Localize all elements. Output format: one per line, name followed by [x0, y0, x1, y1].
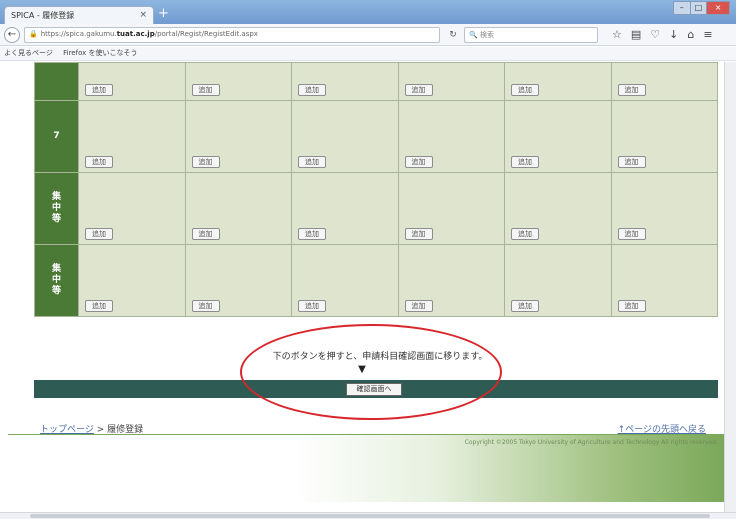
add-button[interactable]: 追加: [85, 84, 113, 96]
search-input[interactable]: 🔍 検索: [464, 27, 598, 43]
add-button[interactable]: 追加: [298, 300, 326, 312]
navigation-bar: ← 🔒 https://spica.gakumu.tuat.ac.jp/porta…: [0, 24, 736, 46]
vertical-scrollbar[interactable]: [724, 62, 736, 512]
add-button[interactable]: 追加: [404, 156, 433, 168]
add-button[interactable]: 追加: [191, 228, 220, 240]
row-header: [34, 62, 79, 101]
add-button[interactable]: 追加: [404, 300, 433, 312]
url-prefix: https://spica.gakumu.: [40, 30, 117, 38]
add-button[interactable]: 追加: [85, 156, 113, 168]
window-controls: – □ ×: [673, 1, 731, 15]
window-titlebar: SPICA - 履修登録 × + – □ ×: [0, 0, 736, 24]
footer: Copyright ©2005 Tokyo University of Agri…: [8, 434, 724, 502]
add-button[interactable]: 追加: [617, 300, 646, 312]
add-button[interactable]: 追加: [404, 228, 433, 240]
pocket-icon[interactable]: ♡: [650, 28, 660, 41]
page-content: 追加 追加 追加 追加 追加 追加 7 追加 追加 追加 追加 追加 追加 集中…: [0, 62, 724, 512]
highlight-ellipse: [240, 324, 502, 420]
row-header: 7: [34, 100, 79, 173]
timetable-grid: 追加 追加 追加 追加 追加 追加 7 追加 追加 追加 追加 追加 追加 集中…: [34, 62, 718, 317]
close-window-button[interactable]: ×: [706, 1, 731, 15]
reload-icon[interactable]: ↻: [446, 27, 460, 43]
bookmark-firefox-tips[interactable]: Firefox を使いこなそう: [63, 49, 137, 57]
add-button[interactable]: 追加: [298, 156, 326, 168]
bookmarks-toolbar: よく見るページ Firefox を使いこなそう: [0, 47, 736, 61]
add-button[interactable]: 追加: [617, 84, 646, 96]
add-button[interactable]: 追加: [511, 156, 539, 168]
browser-tab[interactable]: SPICA - 履修登録 ×: [4, 6, 154, 24]
lock-icon: 🔒: [29, 30, 38, 38]
maximize-button[interactable]: □: [689, 1, 708, 15]
timetable-row: 集中等 追加 追加 追加 追加 追加 追加: [34, 172, 718, 245]
address-bar[interactable]: 🔒 https://spica.gakumu.tuat.ac.jp/portal/…: [24, 27, 440, 43]
add-button[interactable]: 追加: [298, 228, 326, 240]
new-tab-button[interactable]: +: [158, 7, 169, 21]
row-header: 集中等: [34, 172, 79, 245]
toolbar-icons: ☆ ▤ ♡ ↓ ⌂ ≡: [612, 28, 713, 41]
timetable-row: 追加 追加 追加 追加 追加 追加: [34, 62, 718, 101]
url-domain: tuat.ac.jp: [116, 30, 155, 38]
back-arrow-icon[interactable]: ←: [4, 27, 20, 43]
tab-title: SPICA - 履修登録: [11, 11, 75, 20]
add-button[interactable]: 追加: [191, 84, 220, 96]
add-button[interactable]: 追加: [85, 228, 113, 240]
bookmark-most-visited[interactable]: よく見るページ: [4, 49, 53, 57]
add-button[interactable]: 追加: [511, 300, 539, 312]
minimize-button[interactable]: –: [673, 1, 691, 15]
home-icon[interactable]: ⌂: [687, 28, 694, 41]
add-button[interactable]: 追加: [617, 228, 646, 240]
horizontal-scrollbar[interactable]: [0, 512, 736, 519]
add-button[interactable]: 追加: [511, 228, 539, 240]
add-button[interactable]: 追加: [617, 156, 646, 168]
row-header: 集中等: [34, 244, 79, 317]
url-path: /portal/Regist/RegistEdit.aspx: [154, 30, 258, 38]
tab-close-icon[interactable]: ×: [139, 10, 147, 20]
add-button[interactable]: 追加: [511, 84, 539, 96]
search-icon: 🔍: [469, 31, 478, 39]
add-button[interactable]: 追加: [85, 300, 113, 312]
add-button[interactable]: 追加: [404, 84, 433, 96]
add-button[interactable]: 追加: [191, 156, 220, 168]
add-button[interactable]: 追加: [191, 300, 220, 312]
add-button[interactable]: 追加: [298, 84, 326, 96]
timetable-row: 7 追加 追加 追加 追加 追加 追加: [34, 100, 718, 173]
scrollbar-thumb[interactable]: [30, 514, 710, 518]
search-placeholder: 検索: [479, 31, 494, 39]
timetable-row: 集中等 追加 追加 追加 追加 追加 追加: [34, 244, 718, 317]
copyright-text: Copyright ©2005 Tokyo University of Agri…: [464, 439, 718, 446]
bookmarks-list-icon[interactable]: ▤: [631, 28, 641, 41]
download-icon[interactable]: ↓: [669, 28, 678, 41]
menu-icon[interactable]: ≡: [703, 28, 712, 41]
bookmark-star-icon[interactable]: ☆: [612, 28, 622, 41]
